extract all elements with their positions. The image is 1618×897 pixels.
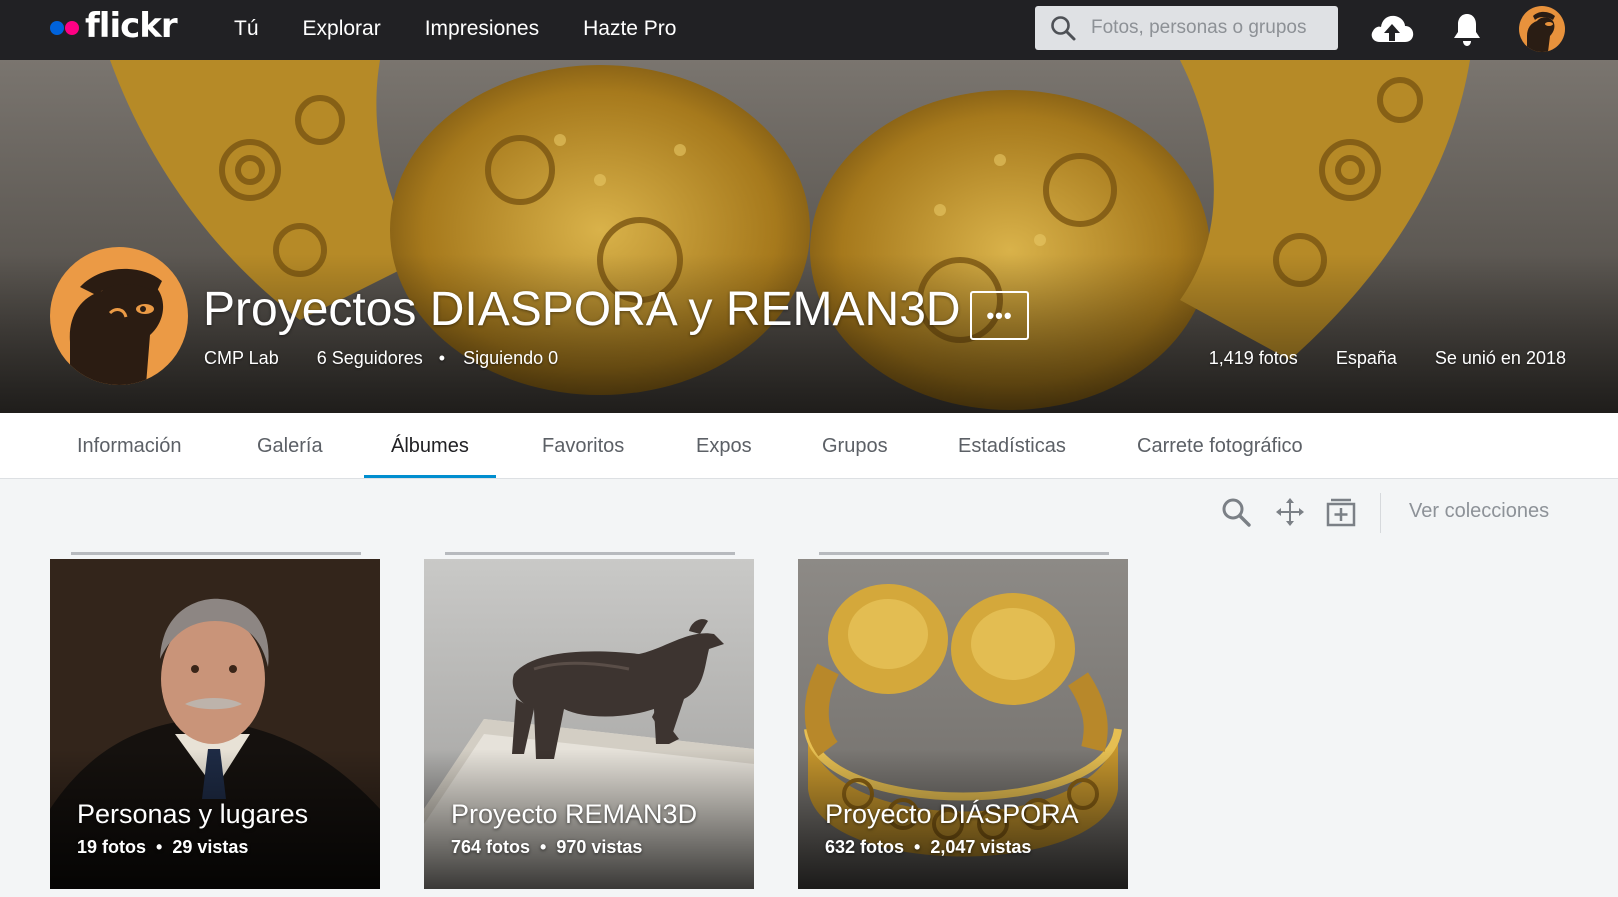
flickr-logo[interactable]: flickr xyxy=(50,6,178,48)
album-title: Proyecto REMAN3D xyxy=(451,799,698,829)
album-photo-count: 632 fotos xyxy=(825,837,905,857)
profile-avatar[interactable] xyxy=(50,247,188,385)
main-nav: Tú Explorar Impresiones Hazte Pro xyxy=(234,0,720,58)
album-stats: 764 fotos • 970 vistas xyxy=(451,837,642,858)
arrange-icon[interactable] xyxy=(1274,496,1306,528)
tab-estadisticas[interactable]: Estadísticas xyxy=(931,413,1093,479)
user-avatar[interactable] xyxy=(1519,6,1565,52)
add-album-icon[interactable] xyxy=(1325,496,1357,528)
profile-subnav: Información Galería Álbumes Favoritos Ex… xyxy=(0,413,1618,479)
tab-informacion[interactable]: Información xyxy=(50,413,209,479)
more-options-button[interactable]: ••• xyxy=(970,291,1029,340)
tab-galeria[interactable]: Galería xyxy=(230,413,350,479)
album-stack-edge xyxy=(819,552,1109,555)
photo-count: 1,419 fotos xyxy=(1208,348,1298,368)
album-stats-bullet: • xyxy=(914,837,921,857)
tab-albumes[interactable]: Álbumes xyxy=(364,413,496,478)
tab-carrete-fotografico[interactable]: Carrete fotográfico xyxy=(1110,413,1330,479)
album-card-proyecto-diaspora[interactable]: Proyecto DIÁSPORA 632 fotos • 2,047 vistas xyxy=(798,559,1128,889)
profile-location: España xyxy=(1335,348,1397,368)
album-stats-bullet: • xyxy=(156,837,163,857)
nav-item-tu[interactable]: Tú xyxy=(234,17,259,41)
profile-avatar-image xyxy=(50,247,188,385)
album-title: Personas y lugares xyxy=(77,799,309,829)
album-stats: 632 fotos • 2,047 vistas xyxy=(825,837,1031,858)
toolbar-divider xyxy=(1380,493,1381,533)
logo-pink-dot xyxy=(65,21,79,35)
album-photo-count: 19 fotos xyxy=(77,837,147,857)
album-stats: 19 fotos • 29 vistas xyxy=(77,837,248,858)
following-link[interactable]: Siguiendo 0 xyxy=(463,348,558,369)
nav-item-impresiones[interactable]: Impresiones xyxy=(425,17,539,41)
upload-cloud-icon[interactable] xyxy=(1368,8,1416,48)
profile-name: Proyectos DIASPORA y REMAN3D xyxy=(203,283,961,336)
album-title: Proyecto DIÁSPORA xyxy=(825,799,1079,829)
album-view-count: 970 vistas xyxy=(556,837,643,857)
search-icon[interactable] xyxy=(1220,496,1252,528)
album-stack-edge xyxy=(71,552,361,555)
album-view-count: 29 vistas xyxy=(172,837,249,857)
logo-blue-dot xyxy=(50,21,64,35)
profile-meta-left: CMP Lab 6 Seguidores • Siguiendo 0 xyxy=(204,348,596,369)
logo-text: flickr xyxy=(85,6,178,46)
album-card-personas-y-lugares[interactable]: Personas y lugares 19 fotos • 29 vistas xyxy=(50,559,380,889)
album-stats-bullet: • xyxy=(540,837,547,857)
ver-colecciones-link[interactable]: Ver colecciones xyxy=(1409,500,1549,523)
profile-joined: Se unió en 2018 xyxy=(1434,348,1566,368)
meta-separator: • xyxy=(438,348,446,368)
notification-bell-icon[interactable] xyxy=(1451,11,1483,47)
profile-real-name: CMP Lab xyxy=(204,348,279,368)
user-avatar-image xyxy=(1519,6,1565,52)
album-view-count: 2,047 vistas xyxy=(930,837,1032,857)
nav-item-hazte-pro[interactable]: Hazte Pro xyxy=(583,17,676,41)
tab-grupos[interactable]: Grupos xyxy=(795,413,915,479)
album-stack-edge xyxy=(445,552,735,555)
tab-favoritos[interactable]: Favoritos xyxy=(515,413,651,479)
followers-link[interactable]: 6 Seguidores xyxy=(317,348,423,369)
search-input[interactable] xyxy=(1091,17,1331,39)
search-icon[interactable] xyxy=(1049,14,1077,42)
top-navigation-bar: flickr Tú Explorar Impresiones Hazte Pro xyxy=(0,0,1618,60)
search-box[interactable] xyxy=(1035,6,1338,50)
profile-cover: Proyectos DIASPORA y REMAN3D ••• CMP Lab… xyxy=(0,60,1618,413)
tab-expos[interactable]: Expos xyxy=(669,413,779,479)
nav-item-explorar[interactable]: Explorar xyxy=(303,17,381,41)
profile-meta-right: 1,419 fotos España Se unió en 2018 xyxy=(1171,348,1566,369)
album-photo-count: 764 fotos xyxy=(451,837,531,857)
album-card-proyecto-reman3d[interactable]: Proyecto REMAN3D 764 fotos • 970 vistas xyxy=(424,559,754,889)
